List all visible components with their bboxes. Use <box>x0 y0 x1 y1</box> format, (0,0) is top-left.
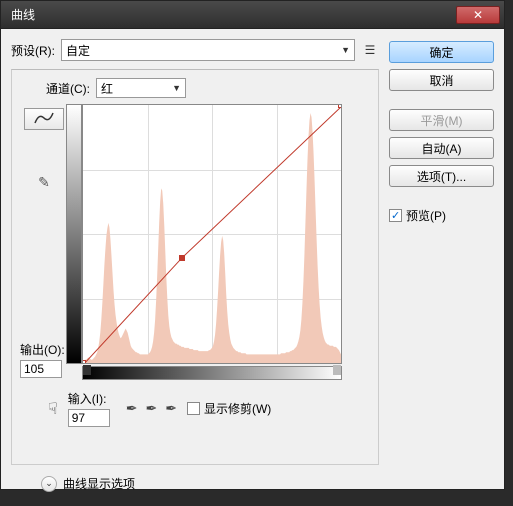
input-gradient[interactable] <box>82 366 342 380</box>
curve-icon <box>34 111 54 128</box>
chevron-down-icon: ▼ <box>341 45 350 55</box>
disclosure-toggle[interactable]: ⌄ <box>41 476 57 492</box>
ok-button[interactable]: 确定 <box>389 41 494 63</box>
curves-dialog: 曲线 ✕ 预设(R): 自定 ▼ ☰ 通道(C): 红 <box>0 0 505 490</box>
preset-value: 自定 <box>66 42 90 59</box>
curves-graph[interactable] <box>82 104 342 364</box>
curve-point-shadow[interactable] <box>82 360 86 364</box>
window-title: 曲线 <box>11 6 456 23</box>
pencil-icon[interactable]: ✎ <box>38 174 50 191</box>
preset-menu-icon[interactable]: ☰ <box>361 41 379 59</box>
chevron-down-icon: ▼ <box>172 83 181 93</box>
output-gradient <box>66 104 82 364</box>
options-button[interactable]: 选项(T)... <box>389 165 494 187</box>
output-field[interactable] <box>20 360 62 378</box>
output-label: 输出(O): <box>20 341 65 358</box>
white-point-slider[interactable] <box>333 365 341 375</box>
curve-tool-button[interactable] <box>24 108 64 130</box>
disclosure-label: 曲线显示选项 <box>63 475 135 492</box>
curve-point-highlight[interactable] <box>338 104 342 108</box>
close-icon: ✕ <box>473 8 483 22</box>
cancel-button[interactable]: 取消 <box>389 69 494 91</box>
curve-line <box>83 105 342 364</box>
target-adjust-icon[interactable]: ☟ <box>48 399 58 419</box>
close-button[interactable]: ✕ <box>456 6 500 24</box>
smooth-button: 平滑(M) <box>389 109 494 131</box>
black-point-slider[interactable] <box>83 365 91 375</box>
eyedropper-black-icon[interactable]: ✒ <box>126 400 138 417</box>
input-label: 输入(I): <box>68 390 110 407</box>
preview-checkbox[interactable] <box>389 209 402 222</box>
auto-button[interactable]: 自动(A) <box>389 137 494 159</box>
titlebar[interactable]: 曲线 ✕ <box>1 1 504 29</box>
channel-value: 红 <box>101 80 113 97</box>
eyedropper-gray-icon[interactable]: ✒ <box>145 400 157 417</box>
eyedropper-white-icon[interactable]: ✒ <box>165 400 177 417</box>
show-clipping-checkbox[interactable] <box>187 402 200 415</box>
preset-select[interactable]: 自定 ▼ <box>61 39 355 61</box>
channel-select[interactable]: 红 ▼ <box>96 78 186 98</box>
curve-point-mid[interactable] <box>179 255 185 261</box>
preview-label: 预览(P) <box>406 207 446 224</box>
input-field[interactable] <box>68 409 110 427</box>
show-clipping-label: 显示修剪(W) <box>204 400 271 417</box>
channel-label: 通道(C): <box>46 80 90 97</box>
preset-label: 预设(R): <box>11 42 55 59</box>
